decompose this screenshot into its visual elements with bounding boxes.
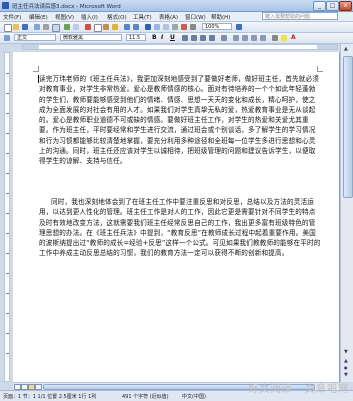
hyperlink-icon[interactable] xyxy=(145,24,151,30)
paragraph-2[interactable]: 同时，我也深刻地体会到了在班主任工作中要注重反思和对反思，总结以及方法的灵活运用… xyxy=(39,197,321,259)
format-painter-icon[interactable] xyxy=(112,24,118,30)
undo-icon[interactable] xyxy=(124,24,130,30)
margin-corner-mark xyxy=(33,66,39,72)
ruler-tick xyxy=(6,93,9,94)
copy-icon[interactable] xyxy=(94,24,102,32)
help-search-input[interactable]: 键入需要帮助的问题 xyxy=(262,12,338,20)
scroll-down-arrow-icon[interactable]: ▼ xyxy=(344,349,348,355)
ruler-tick xyxy=(6,273,9,274)
zoom-select[interactable]: 100% xyxy=(202,23,232,30)
menu-tools[interactable]: 工具(T) xyxy=(133,13,152,21)
ruler-tick xyxy=(6,173,9,174)
margin-corner-mark xyxy=(317,66,323,72)
justify-icon[interactable] xyxy=(209,35,215,41)
scroll-up-arrow-icon[interactable]: ▲ xyxy=(344,46,348,52)
redo-icon[interactable] xyxy=(133,24,139,30)
bullets-icon[interactable] xyxy=(242,35,248,41)
window-title: 班主任兵法读后感3.docx - Microsoft Word xyxy=(12,4,121,10)
menu-window[interactable]: 窗口(W) xyxy=(185,13,206,21)
borders-icon[interactable] xyxy=(272,35,278,41)
research-icon[interactable] xyxy=(73,24,79,30)
ruler-tick xyxy=(6,113,9,114)
align-center-icon[interactable] xyxy=(191,35,197,41)
show-hide-icon[interactable] xyxy=(190,24,196,30)
menu-view[interactable]: 视图(V) xyxy=(55,13,74,21)
highlight-icon[interactable] xyxy=(281,35,287,41)
vertical-scrollbar[interactable]: ▲ ▼ ▲ ● ▼ xyxy=(340,44,353,382)
font-size-select[interactable]: 11.5 xyxy=(126,34,146,41)
tables-icon[interactable] xyxy=(154,24,160,30)
decrease-indent-icon[interactable] xyxy=(251,35,257,41)
vertical-scroll-thumb[interactable] xyxy=(343,56,353,198)
menu-insert[interactable]: 插入(I) xyxy=(81,13,98,21)
close-button[interactable]: x xyxy=(339,1,352,11)
ruler-tick xyxy=(6,153,9,154)
word-app-icon[interactable] xyxy=(2,2,9,9)
menu-table[interactable]: 表格(A) xyxy=(159,13,178,21)
permission-icon[interactable] xyxy=(34,24,40,30)
cut-icon[interactable] xyxy=(85,24,91,30)
word-count[interactable]: 491 个字符 (近似值) xyxy=(122,393,169,400)
previous-page-icon[interactable]: ▲ xyxy=(344,358,348,364)
title-bar: 班主任兵法读后感3.docx - Microsoft Word _ □ x xyxy=(0,0,353,12)
line-spacing-icon[interactable] xyxy=(221,35,227,41)
language-status: 中文(中国) xyxy=(182,394,206,400)
drawing-icon[interactable] xyxy=(181,24,187,30)
spelling-icon[interactable] xyxy=(64,24,70,30)
ruler-tick xyxy=(6,333,9,334)
paste-icon[interactable] xyxy=(103,24,109,30)
italic-button[interactable]: I xyxy=(161,34,163,41)
page-info: 页面：1 节：1 1/1 位置 2.5厘米 1行 1列 xyxy=(3,394,97,400)
new-document-icon[interactable] xyxy=(4,24,12,32)
next-page-icon[interactable]: ▼ xyxy=(344,372,348,378)
menu-edit[interactable]: 编辑(E) xyxy=(29,13,48,21)
align-left-icon[interactable] xyxy=(182,35,188,41)
ruler-tick xyxy=(6,73,9,74)
horizontal-ruler[interactable] xyxy=(22,44,338,50)
menu-help[interactable]: 帮助(H) xyxy=(211,13,230,21)
ruler-tick xyxy=(6,233,9,234)
ruler-tick xyxy=(6,293,9,294)
ruler-tick xyxy=(6,213,9,214)
paragraph-1[interactable]: 读完万玮老师的《班主任兵法》，我更加深刻地感受到了要做好老师，做好班主任，首先就… xyxy=(39,74,321,167)
increase-indent-icon[interactable] xyxy=(260,35,266,41)
numbering-icon[interactable] xyxy=(233,35,239,41)
select-browse-object-icon[interactable]: ● xyxy=(344,365,348,370)
minimize-button[interactable]: _ xyxy=(313,1,326,11)
bold-button[interactable]: B xyxy=(152,34,157,41)
underline-button[interactable]: U xyxy=(170,34,175,41)
save-icon[interactable] xyxy=(22,24,28,30)
ruler-left-margin xyxy=(23,45,39,49)
site-watermark: 好文阅读 · 文章吧网 xyxy=(248,384,349,395)
ruler-tick xyxy=(6,193,9,194)
styles-pane-icon[interactable] xyxy=(4,35,10,41)
maximize-button[interactable]: □ xyxy=(326,1,339,11)
ruler-right-margin xyxy=(317,45,337,49)
insert-table-icon[interactable] xyxy=(163,24,169,30)
document-page[interactable]: 读完万玮老师的《班主任兵法》，我更加深刻地感受到了要做好老师，做好班主任，首先就… xyxy=(13,52,340,382)
ruler-tick xyxy=(6,253,9,254)
align-right-icon[interactable] xyxy=(200,35,206,41)
ruler-tick xyxy=(6,133,9,134)
help-icon[interactable] xyxy=(236,24,242,30)
formatting-toolbar: 正文 微软雅黑 11.5 B I U A xyxy=(0,33,353,44)
style-select[interactable]: 正文 xyxy=(14,34,56,41)
font-select[interactable]: 微软雅黑 xyxy=(60,34,122,41)
menu-format[interactable]: 格式(O) xyxy=(107,13,127,21)
ruler-tick xyxy=(6,313,9,314)
font-color-button[interactable]: A xyxy=(291,34,296,41)
print-preview-icon[interactable] xyxy=(52,24,60,32)
vertical-ruler[interactable] xyxy=(4,52,10,382)
standard-toolbar: 100% xyxy=(0,22,353,33)
print-icon[interactable] xyxy=(43,24,49,30)
menu-file[interactable]: 文件(F) xyxy=(3,13,21,21)
ruler-tick xyxy=(6,353,9,354)
open-folder-icon[interactable] xyxy=(13,24,19,30)
columns-icon[interactable] xyxy=(172,24,178,30)
